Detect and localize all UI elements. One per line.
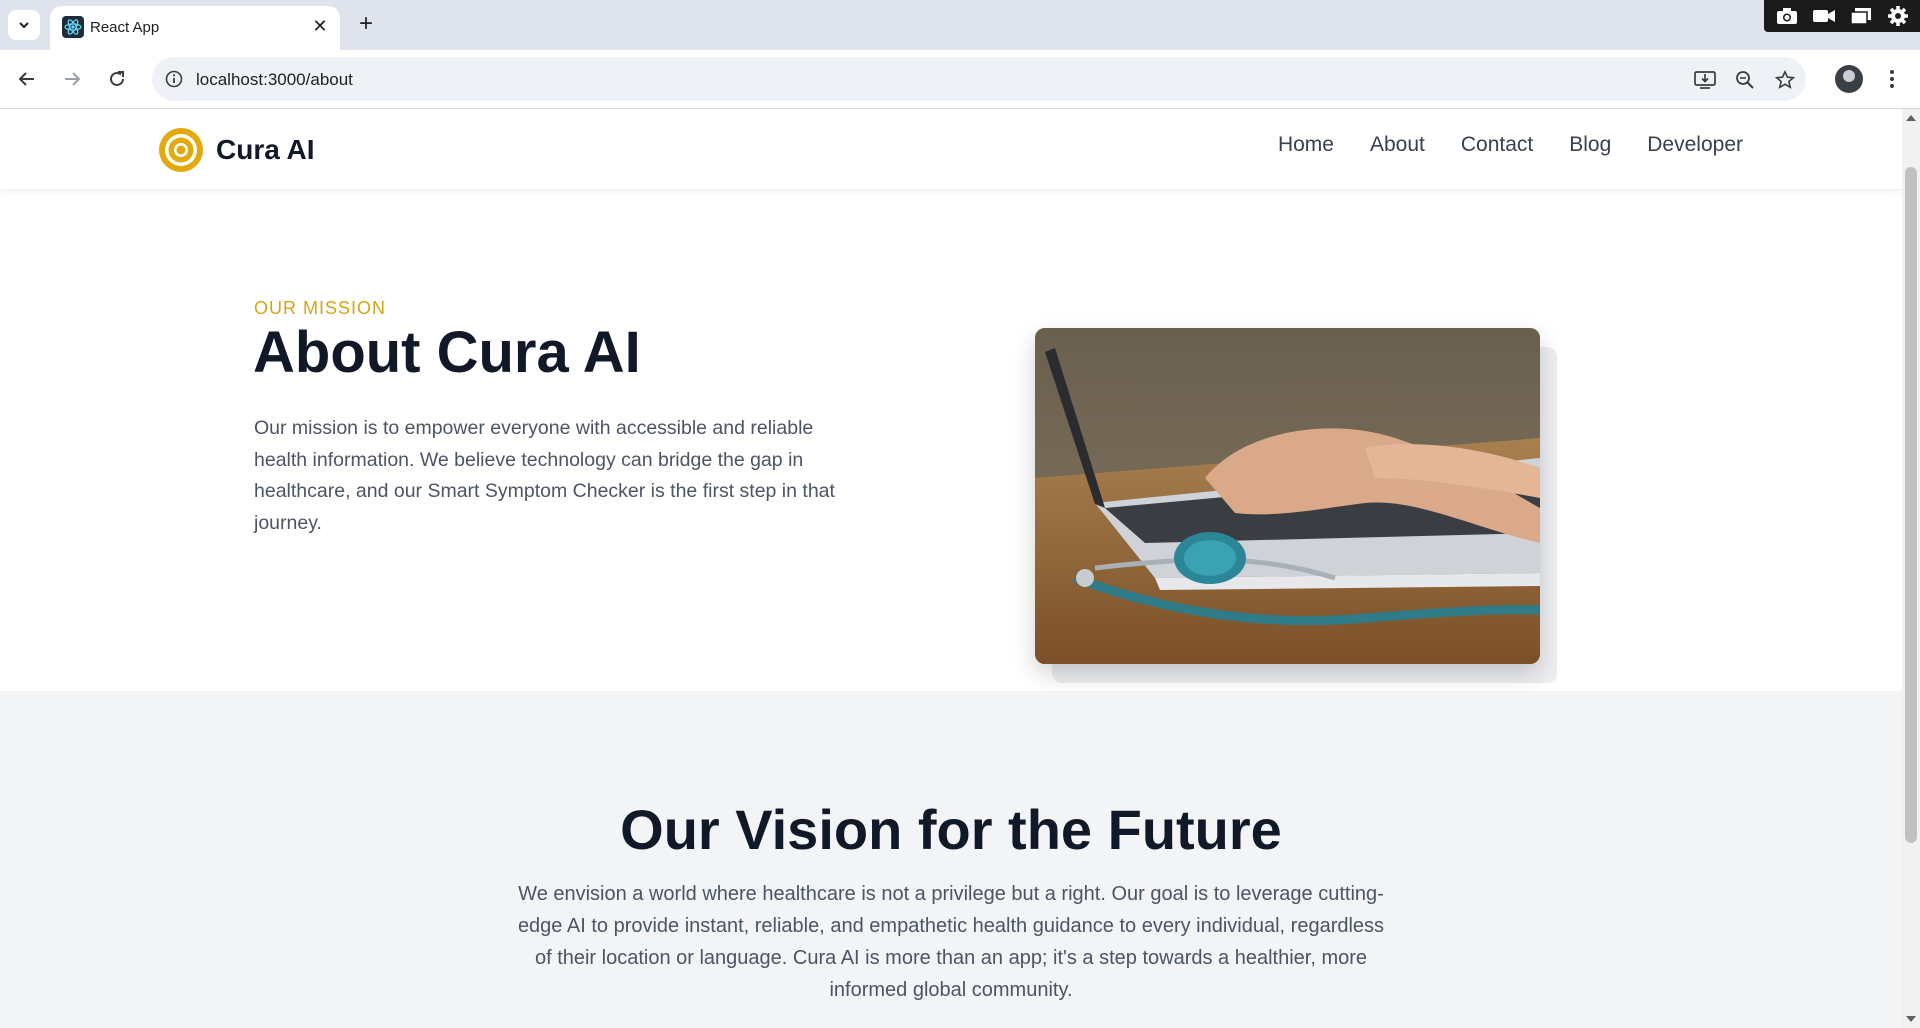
nav-contact[interactable]: Contact — [1461, 133, 1533, 157]
capture-toolbar — [1764, 0, 1920, 32]
mission-eyebrow: OUR MISSION — [254, 298, 387, 318]
close-tab-icon[interactable]: ✕ — [308, 14, 332, 38]
brand-link[interactable]: Cura AI — [158, 127, 315, 173]
back-button[interactable] — [10, 62, 44, 96]
page-title: About Cura AI — [253, 320, 641, 385]
react-logo-icon — [62, 16, 84, 38]
chevron-down-icon — [19, 22, 29, 29]
mission-section: OUR MISSION About Cura AI Our mission is… — [0, 189, 1902, 691]
brand-name: Cura AI — [216, 134, 315, 165]
site-header: Cura AI Home About Contact Blog Develope… — [0, 109, 1902, 189]
profile-avatar[interactable] — [1835, 65, 1863, 93]
browser-tab-active[interactable]: React App ✕ — [50, 6, 340, 50]
browser-toolbar: localhost:3000/about — [0, 50, 1920, 109]
vision-description: We envision a world where healthcare is … — [517, 883, 1385, 1001]
gear-icon[interactable] — [1885, 5, 1911, 27]
arrow-right-icon — [65, 72, 81, 86]
window-capture-icon[interactable] — [1848, 5, 1874, 27]
laptop-stethoscope-photo — [1035, 328, 1540, 664]
nav-developer[interactable]: Developer — [1647, 133, 1743, 157]
scroll-down-icon[interactable] — [1906, 1016, 1916, 1022]
bookmark-star-icon[interactable] — [1772, 67, 1798, 93]
mission-description: Our mission is to empower everyone with … — [254, 417, 835, 534]
photo-illustration — [1035, 328, 1540, 664]
page-scrollbar[interactable] — [1902, 109, 1920, 1028]
vision-title: Our Vision for the Future — [620, 798, 1282, 861]
browser-menu-icon[interactable] — [1880, 64, 1904, 94]
video-camera-icon[interactable] — [1811, 5, 1837, 27]
install-app-icon[interactable] — [1692, 67, 1718, 93]
nav-about[interactable]: About — [1370, 133, 1425, 157]
site-info-icon[interactable] — [162, 67, 186, 91]
nav-home[interactable]: Home — [1278, 133, 1334, 157]
browser-tab-strip: React App ✕ + — [0, 0, 1920, 50]
zoom-icon[interactable] — [1732, 67, 1758, 93]
tab-title: React App — [90, 19, 160, 36]
main-nav: Home About Contact Blog Developer — [1278, 133, 1743, 157]
address-bar[interactable]: localhost:3000/about — [152, 57, 1806, 101]
scroll-up-icon[interactable] — [1906, 115, 1916, 121]
tab-search-button[interactable] — [8, 10, 40, 40]
camera-icon[interactable] — [1774, 5, 1800, 27]
target-logo-icon — [159, 128, 203, 172]
new-tab-button[interactable]: + — [352, 10, 380, 38]
arrow-left-icon — [18, 72, 34, 86]
forward-button[interactable] — [55, 62, 89, 96]
reload-button[interactable] — [100, 62, 134, 96]
vision-section: Our Vision for the Future We envision a … — [0, 691, 1902, 1028]
nav-blog[interactable]: Blog — [1569, 133, 1611, 157]
url-text: localhost:3000/about — [196, 70, 353, 89]
page-viewport: Cura AI Home About Contact Blog Develope… — [0, 109, 1902, 1028]
reload-icon — [110, 71, 124, 86]
scrollbar-thumb[interactable] — [1905, 167, 1917, 843]
